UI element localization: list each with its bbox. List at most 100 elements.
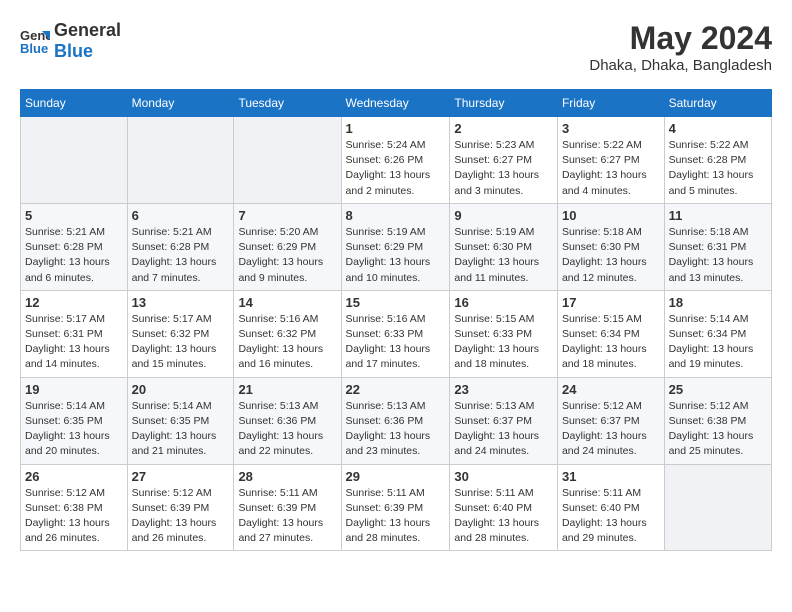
logo: General Blue General Blue (20, 20, 121, 61)
day-info: Sunrise: 5:13 AM Sunset: 6:36 PM Dayligh… (238, 399, 336, 460)
header-cell-sunday: Sunday (21, 90, 128, 117)
day-cell: 18 Sunrise: 5:14 AM Sunset: 6:34 PM Dayli… (664, 290, 771, 377)
day-cell: 29 Sunrise: 5:11 AM Sunset: 6:39 PM Dayli… (341, 464, 450, 551)
day-number: 19 (25, 382, 123, 397)
day-number: 3 (562, 121, 660, 136)
logo-icon: General Blue (20, 26, 50, 56)
day-number: 29 (346, 469, 446, 484)
day-cell: 25Sunrise: 5:12 AM Sunset: 6:38 PM Dayli… (664, 377, 771, 464)
day-number: 1 (346, 121, 446, 136)
header-cell-thursday: Thursday (450, 90, 558, 117)
day-info: Sunrise: 5:11 AM Sunset: 6:40 PM Dayligh… (562, 486, 660, 547)
day-cell: 10Sunrise: 5:18 AM Sunset: 6:30 PM Dayli… (557, 203, 664, 290)
day-number: 2 (454, 121, 553, 136)
header-cell-saturday: Saturday (664, 90, 771, 117)
day-cell: 22 Sunrise: 5:13 AM Sunset: 6:36 PM Dayli… (341, 377, 450, 464)
logo-blue: Blue (54, 41, 121, 62)
day-info: Sunrise: 5:14 AM Sunset: 6:35 PM Dayligh… (132, 399, 230, 460)
day-number: 16 (454, 295, 553, 310)
location: Dhaka, Dhaka, Bangladesh (589, 57, 772, 74)
calendar-header: SundayMondayTuesdayWednesdayThursdayFrid… (21, 90, 772, 117)
day-number: 14 (238, 295, 336, 310)
day-cell: 20 Sunrise: 5:14 AM Sunset: 6:35 PM Dayli… (127, 377, 234, 464)
day-cell: 26 Sunrise: 5:12 AM Sunset: 6:38 PM Dayli… (21, 464, 128, 551)
day-info: Sunrise: 5:16 AM Sunset: 6:33 PM Dayligh… (346, 312, 446, 373)
header-cell-tuesday: Tuesday (234, 90, 341, 117)
day-info: Sunrise: 5:16 AM Sunset: 6:32 PM Dayligh… (238, 312, 336, 373)
day-number: 23 (454, 382, 553, 397)
calendar-table: SundayMondayTuesdayWednesdayThursdayFrid… (20, 89, 772, 551)
day-info: Sunrise: 5:15 AM Sunset: 6:33 PM Dayligh… (454, 312, 553, 373)
day-info: Sunrise: 5:11 AM Sunset: 6:39 PM Dayligh… (346, 486, 446, 547)
day-info: Sunrise: 5:14 AM Sunset: 6:34 PM Dayligh… (669, 312, 767, 373)
day-cell: 6 Sunrise: 5:21 AM Sunset: 6:28 PM Daylig… (127, 203, 234, 290)
day-number: 26 (25, 469, 123, 484)
day-number: 21 (238, 382, 336, 397)
day-cell: 15 Sunrise: 5:16 AM Sunset: 6:33 PM Dayli… (341, 290, 450, 377)
day-number: 5 (25, 208, 123, 223)
header-cell-friday: Friday (557, 90, 664, 117)
day-info: Sunrise: 5:12 AM Sunset: 6:38 PM Dayligh… (25, 486, 123, 547)
day-cell: 19Sunrise: 5:14 AM Sunset: 6:35 PM Dayli… (21, 377, 128, 464)
day-number: 13 (132, 295, 230, 310)
day-number: 6 (132, 208, 230, 223)
day-info: Sunrise: 5:21 AM Sunset: 6:28 PM Dayligh… (25, 225, 123, 286)
day-number: 12 (25, 295, 123, 310)
day-number: 22 (346, 382, 446, 397)
day-number: 11 (669, 208, 767, 223)
week-row-4: 19 Sunrise: 5:14 AM Sunset: 6:35 PM Dayli… (21, 377, 772, 464)
day-info: Sunrise: 5:11 AM Sunset: 6:40 PM Dayligh… (454, 486, 553, 547)
header: General Blue General Blue May 2024 Dhaka… (20, 20, 772, 74)
day-cell: 9 Sunrise: 5:19 AM Sunset: 6:30 PM Daylig… (450, 203, 558, 290)
day-cell: 14 Sunrise: 5:16 AM Sunset: 6:32 PM Dayli… (234, 290, 341, 377)
day-number: 17 (562, 295, 660, 310)
day-number: 24 (562, 382, 660, 397)
day-cell: 11 Sunrise: 5:18 AM Sunset: 6:31 PM Dayli… (664, 203, 771, 290)
logo-general: General (54, 20, 121, 41)
day-cell: 2Sunrise: 5:23 AM Sunset: 6:27 PM Daylig… (450, 117, 558, 204)
header-row: SundayMondayTuesdayWednesdayThursdayFrid… (21, 90, 772, 117)
day-cell: 3Sunrise: 5:22 AM Sunset: 6:27 PM Daylig… (557, 117, 664, 204)
week-row-5: 26 Sunrise: 5:12 AM Sunset: 6:38 PM Dayli… (21, 464, 772, 551)
day-cell: 13Sunrise: 5:17 AM Sunset: 6:32 PM Dayli… (127, 290, 234, 377)
day-cell: 24 Sunrise: 5:12 AM Sunset: 6:37 PM Dayli… (557, 377, 664, 464)
day-cell: 1Sunrise: 5:24 AM Sunset: 6:26 PM Daylig… (341, 117, 450, 204)
day-number: 18 (669, 295, 767, 310)
header-cell-monday: Monday (127, 90, 234, 117)
day-number: 15 (346, 295, 446, 310)
day-info: Sunrise: 5:19 AM Sunset: 6:30 PM Dayligh… (454, 225, 553, 286)
day-cell (127, 117, 234, 204)
day-number: 28 (238, 469, 336, 484)
day-cell: 16 Sunrise: 5:15 AM Sunset: 6:33 PM Dayli… (450, 290, 558, 377)
day-cell: 5 Sunrise: 5:21 AM Sunset: 6:28 PM Daylig… (21, 203, 128, 290)
day-number: 10 (562, 208, 660, 223)
day-cell: 31 Sunrise: 5:11 AM Sunset: 6:40 PM Dayli… (557, 464, 664, 551)
week-row-2: 5 Sunrise: 5:21 AM Sunset: 6:28 PM Daylig… (21, 203, 772, 290)
day-cell: 7 Sunrise: 5:20 AM Sunset: 6:29 PM Daylig… (234, 203, 341, 290)
day-cell: 17 Sunrise: 5:15 AM Sunset: 6:34 PM Dayli… (557, 290, 664, 377)
day-info: Sunrise: 5:18 AM Sunset: 6:31 PM Dayligh… (669, 225, 767, 286)
day-number: 9 (454, 208, 553, 223)
day-info: Sunrise: 5:21 AM Sunset: 6:28 PM Dayligh… (132, 225, 230, 286)
page-container: General Blue General Blue May 2024 Dhaka… (0, 0, 792, 561)
day-number: 8 (346, 208, 446, 223)
day-number: 20 (132, 382, 230, 397)
day-info: Sunrise: 5:13 AM Sunset: 6:36 PM Dayligh… (346, 399, 446, 460)
day-cell: 8Sunrise: 5:19 AM Sunset: 6:29 PM Daylig… (341, 203, 450, 290)
day-cell: 4Sunrise: 5:22 AM Sunset: 6:28 PM Daylig… (664, 117, 771, 204)
day-number: 4 (669, 121, 767, 136)
day-number: 7 (238, 208, 336, 223)
day-cell: 23 Sunrise: 5:13 AM Sunset: 6:37 PM Dayli… (450, 377, 558, 464)
day-number: 27 (132, 469, 230, 484)
day-number: 31 (562, 469, 660, 484)
day-number: 30 (454, 469, 553, 484)
day-number: 25 (669, 382, 767, 397)
title-block: May 2024 Dhaka, Dhaka, Bangladesh (589, 20, 772, 74)
day-info: Sunrise: 5:20 AM Sunset: 6:29 PM Dayligh… (238, 225, 336, 286)
day-info: Sunrise: 5:13 AM Sunset: 6:37 PM Dayligh… (454, 399, 553, 460)
day-cell (664, 464, 771, 551)
day-info: Sunrise: 5:12 AM Sunset: 6:37 PM Dayligh… (562, 399, 660, 460)
week-row-3: 12Sunrise: 5:17 AM Sunset: 6:31 PM Dayli… (21, 290, 772, 377)
day-info: Sunrise: 5:15 AM Sunset: 6:34 PM Dayligh… (562, 312, 660, 373)
day-cell (21, 117, 128, 204)
